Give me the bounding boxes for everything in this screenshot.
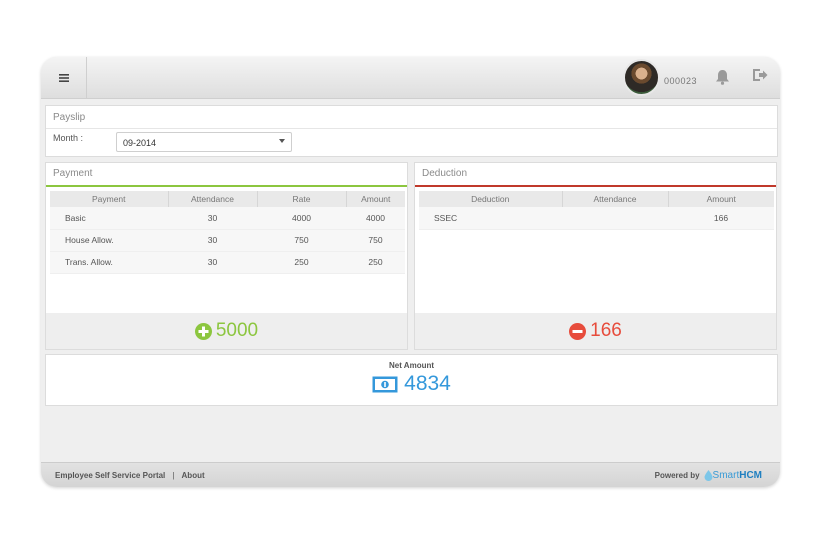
payment-amount: 750: [346, 229, 405, 252]
net-amount-label: Net Amount: [388, 361, 435, 370]
month-label: Month :: [53, 133, 84, 143]
payslip-title: Payslip: [53, 112, 86, 123]
column-header-amount: Amount: [668, 191, 774, 207]
column-header-attendance: Attendance: [562, 191, 669, 207]
deduction-name: SSEC: [419, 207, 562, 230]
money-bill-icon: [372, 376, 398, 392]
smarthcm-logo: Smart HCM: [704, 470, 762, 481]
footer-separator: |: [172, 471, 175, 480]
hamburger-menu-button[interactable]: [41, 57, 87, 99]
payment-rate: 4000: [257, 207, 346, 230]
logout-icon[interactable]: [752, 68, 768, 87]
payment-amount: 250: [346, 251, 405, 274]
payment-attendance: 30: [168, 251, 257, 274]
column-header-deduction: Deduction: [419, 191, 563, 207]
month-select[interactable]: 09-2014: [116, 132, 292, 152]
about-link[interactable]: About: [182, 471, 205, 480]
column-header-amount: Amount: [346, 191, 405, 207]
payment-attendance: 30: [168, 207, 257, 230]
table-row: Basic 30 4000 4000: [50, 207, 405, 230]
payment-panel: Payment Payment Attendance Rate Amount B…: [45, 162, 408, 350]
deduction-table: Deduction Attendance Amount SSEC 166: [419, 191, 774, 230]
brand-hcm: HCM: [739, 470, 762, 481]
app-window: 000023 Payslip Month : 09-2014 Payment P…: [41, 57, 780, 487]
payment-name: Trans. Allow.: [50, 251, 168, 274]
payment-title: Payment: [53, 168, 93, 179]
deduction-title: Deduction: [422, 168, 468, 179]
column-header-rate: Rate: [257, 191, 347, 207]
deduction-accent-line: [415, 185, 776, 187]
payment-rate: 250: [257, 251, 346, 274]
payment-rate: 750: [257, 229, 346, 252]
payment-accent-line: [46, 185, 407, 187]
net-amount-value: 4834: [404, 372, 451, 395]
powered-by-label: Powered by: [654, 471, 700, 480]
column-header-payment: Payment: [50, 191, 169, 207]
table-row: Trans. Allow. 30 250 250: [50, 251, 405, 274]
net-amount-panel: Net Amount 4834: [45, 354, 778, 406]
deduction-amount: 166: [668, 207, 774, 230]
top-bar: 000023: [41, 57, 780, 99]
portal-link[interactable]: Employee Self Service Portal: [55, 471, 165, 480]
payment-amount: 4000: [346, 207, 405, 230]
payslip-panel: Payslip Month : 09-2014: [45, 105, 778, 157]
table-row: SSEC 166: [419, 207, 774, 230]
payment-attendance: 30: [168, 229, 257, 252]
minus-circle-icon: [569, 322, 587, 340]
deduction-attendance: [562, 207, 668, 230]
payment-total: 5000: [215, 320, 259, 341]
user-id: 000023: [664, 76, 698, 86]
caret-down-icon: [279, 139, 285, 143]
month-select-value: 09-2014: [123, 138, 157, 148]
column-header-attendance: Attendance: [168, 191, 258, 207]
deduction-total: 166: [590, 320, 622, 341]
divider: [46, 128, 777, 129]
plus-circle-icon: [194, 322, 212, 340]
footer: Employee Self Service Portal | About Pow…: [41, 462, 780, 487]
hamburger-icon: [58, 74, 69, 82]
payment-name: House Allow.: [50, 229, 168, 252]
table-row: House Allow. 30 750 750: [50, 229, 405, 252]
payment-total-bar: 5000: [46, 313, 407, 349]
deduction-total-bar: 166: [415, 313, 776, 349]
user-avatar[interactable]: [623, 59, 660, 96]
deduction-panel: Deduction Deduction Attendance Amount SS…: [414, 162, 777, 350]
payment-name: Basic: [50, 207, 168, 230]
payment-table: Payment Attendance Rate Amount Basic 30 …: [50, 191, 405, 274]
brand-smart: Smart: [712, 470, 740, 481]
notifications-bell-icon[interactable]: [715, 69, 730, 90]
drop-icon: [704, 470, 713, 481]
